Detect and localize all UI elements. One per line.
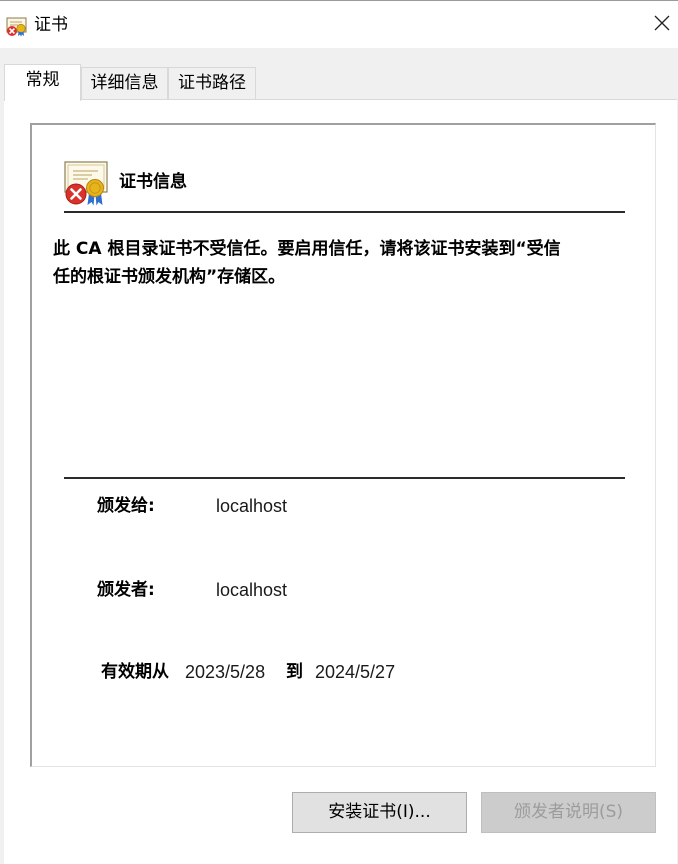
close-icon bbox=[653, 14, 671, 36]
certificate-icon bbox=[6, 15, 28, 37]
untrusted-root-warning: 此 CA 根目录证书不受信任。要启用信任，请将该证书安装到“受信 任的根证书颁发… bbox=[53, 235, 613, 291]
close-button[interactable] bbox=[646, 5, 678, 45]
valid-to-value: 2024/5/27 bbox=[315, 662, 396, 682]
issued-to-label: 颁发给: bbox=[97, 496, 155, 516]
valid-from-label: 有效期从 bbox=[101, 662, 169, 682]
install-certificate-button[interactable]: 安装证书(I)... bbox=[292, 792, 467, 833]
install-certificate-label: 安装证书(I)... bbox=[328, 802, 431, 822]
certificate-error-icon bbox=[64, 160, 110, 206]
issuer-statement-label: 颁发者说明(S) bbox=[513, 802, 624, 822]
heading-divider bbox=[64, 211, 625, 213]
issued-by-label: 颁发者: bbox=[97, 580, 155, 600]
title-bar: 证书 bbox=[0, 0, 678, 48]
valid-to-label: 到 bbox=[286, 662, 303, 682]
tab-details[interactable]: 详细信息 bbox=[81, 67, 168, 100]
tab-details-label: 详细信息 bbox=[90, 73, 159, 93]
certificate-info-heading: 证书信息 bbox=[119, 172, 187, 192]
issued-to-value: localhost bbox=[216, 496, 288, 516]
window-title: 证书 bbox=[34, 15, 68, 35]
details-divider bbox=[64, 477, 625, 479]
warning-line-1: 此 CA 根目录证书不受信任。要启用信任，请将该证书安装到“受信 bbox=[53, 239, 561, 259]
tab-strip: 常规 详细信息 证书路径 bbox=[0, 48, 678, 101]
issuer-statement-button[interactable]: 颁发者说明(S) bbox=[481, 792, 656, 833]
issued-by-value: localhost bbox=[216, 580, 288, 600]
tab-certification-path[interactable]: 证书路径 bbox=[168, 67, 256, 100]
tab-certification-path-label: 证书路径 bbox=[178, 73, 246, 93]
tab-general-label: 常规 bbox=[25, 70, 60, 90]
tab-general[interactable]: 常规 bbox=[4, 64, 81, 101]
warning-line-2: 任的根证书颁发机构”存储区。 bbox=[53, 267, 286, 287]
valid-from-value: 2023/5/28 bbox=[185, 662, 266, 682]
